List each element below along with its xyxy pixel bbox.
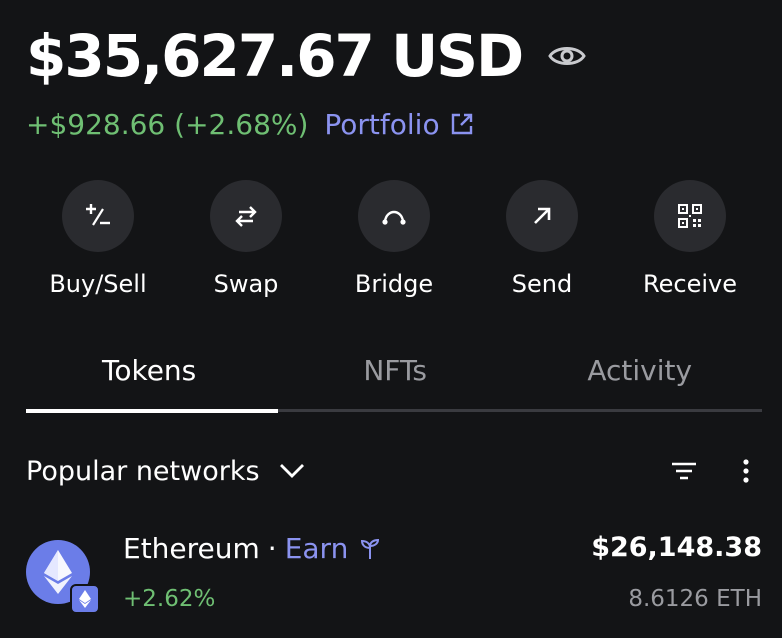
arrow-up-right-icon bbox=[534, 207, 551, 224]
list-tools bbox=[668, 455, 762, 487]
network-badge-icon bbox=[70, 584, 100, 614]
token-name: Ethereum bbox=[123, 532, 260, 565]
portfolio-label: Portfolio bbox=[324, 107, 440, 141]
action-label: Buy/Sell bbox=[49, 270, 147, 298]
more-vertical-icon[interactable] bbox=[730, 455, 762, 487]
swap-button[interactable]: Swap bbox=[174, 180, 318, 298]
receive-button[interactable]: Receive bbox=[618, 180, 762, 298]
network-selector[interactable]: Popular networks bbox=[26, 456, 306, 487]
filter-icon[interactable] bbox=[668, 455, 700, 487]
swap-arrows-icon bbox=[235, 206, 257, 227]
active-tab-indicator bbox=[26, 409, 278, 413]
action-label: Swap bbox=[213, 270, 279, 298]
token-change: +2.62% bbox=[123, 586, 216, 612]
token-row-ethereum[interactable]: Ethereum · Earn +2.62% $26,148.38 8.6126… bbox=[26, 528, 762, 624]
balance-change: +$928.66 (+2.68%) bbox=[26, 107, 309, 141]
bridge-arc-icon bbox=[382, 210, 406, 225]
send-button[interactable]: Send bbox=[470, 180, 614, 298]
qr-code-icon bbox=[678, 204, 702, 228]
action-circle bbox=[210, 180, 282, 252]
balance-change-row: +$928.66 (+2.68%) Portfolio bbox=[26, 104, 474, 144]
action-circle bbox=[654, 180, 726, 252]
tab-activity[interactable]: Activity bbox=[517, 340, 762, 414]
bridge-button[interactable]: Bridge bbox=[322, 180, 466, 298]
action-bar: Buy/Sell Swap Bridge Send Receive bbox=[26, 180, 762, 298]
action-label: Receive bbox=[643, 270, 737, 298]
chevron-down-icon bbox=[279, 464, 304, 478]
buy-sell-button[interactable]: Buy/Sell bbox=[26, 180, 170, 298]
token-amount: 8.6126 ETH bbox=[628, 586, 762, 612]
earn-link[interactable]: Earn bbox=[285, 532, 349, 565]
balance-header: $35,627.67 USD bbox=[26, 18, 586, 94]
network-selector-label: Popular networks bbox=[26, 455, 260, 487]
action-circle bbox=[506, 180, 578, 252]
token-fiat-value: $26,148.38 bbox=[591, 532, 762, 563]
portfolio-link[interactable]: Portfolio bbox=[324, 108, 473, 141]
eye-icon[interactable] bbox=[548, 43, 586, 69]
total-balance: $35,627.67 USD bbox=[26, 22, 524, 90]
asset-tabs: Tokens NFTs Activity bbox=[26, 340, 762, 414]
tab-tokens[interactable]: Tokens bbox=[26, 340, 273, 414]
action-label: Bridge bbox=[354, 270, 434, 298]
external-link-icon bbox=[451, 113, 472, 135]
action-circle bbox=[358, 180, 430, 252]
networks-row: Popular networks bbox=[26, 448, 762, 494]
tab-nfts[interactable]: NFTs bbox=[273, 340, 518, 414]
sprout-icon bbox=[361, 538, 380, 559]
token-title: Ethereum · Earn bbox=[123, 532, 380, 565]
separator: · bbox=[267, 532, 277, 565]
action-label: Send bbox=[511, 270, 573, 298]
plus-minus-icon bbox=[86, 204, 110, 226]
action-circle bbox=[62, 180, 134, 252]
